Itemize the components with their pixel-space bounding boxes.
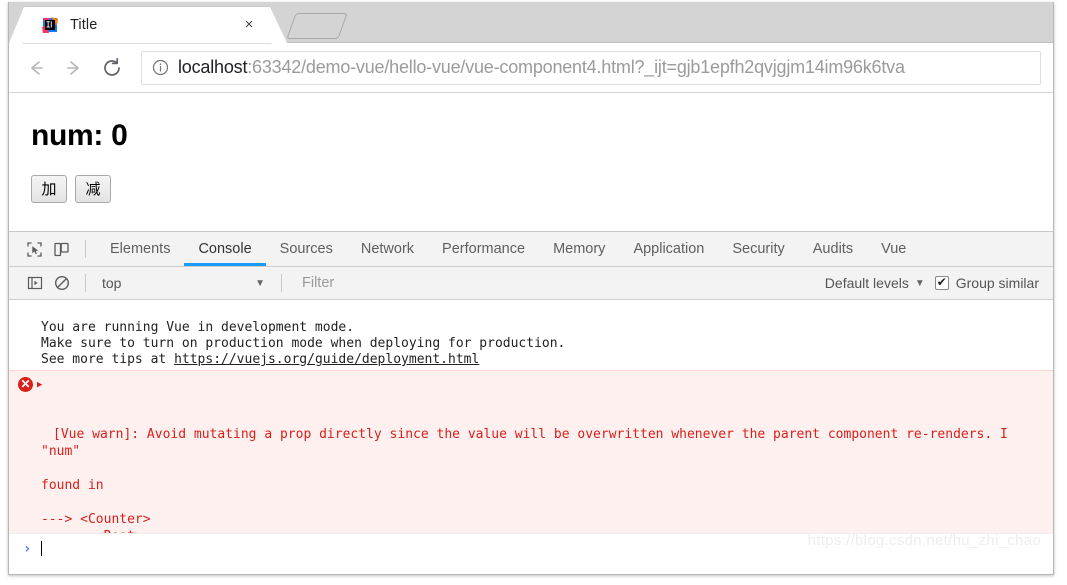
address-bar[interactable]: localhost:63342/demo-vue/hello-vue/vue-c… (141, 50, 1041, 85)
inspect-element-icon[interactable] (21, 237, 48, 262)
tab-elements[interactable]: Elements (96, 232, 184, 266)
tab-performance[interactable]: Performance (428, 232, 539, 266)
tab-network[interactable]: Network (347, 232, 428, 266)
vue-warn-line-2: "num" (41, 444, 81, 459)
navigation-toolbar: localhost:63342/demo-vue/hello-vue/vue-c… (9, 43, 1053, 93)
tab-strip: Title × (9, 2, 1053, 43)
browser-tab[interactable]: Title × (9, 7, 287, 43)
log-levels-label: Default levels (824, 275, 909, 291)
increment-button[interactable]: 加 (31, 175, 67, 203)
close-icon[interactable]: × (241, 17, 257, 33)
new-tab-button[interactable] (286, 13, 348, 39)
vue-dev-mode-line-2: Make sure to turn on production mode whe… (41, 336, 566, 351)
console-output[interactable]: You are running Vue in development mode.… (9, 300, 1053, 563)
filter-input[interactable] (292, 272, 815, 294)
vue-warn-component-counter: ---> <Counter> (41, 512, 151, 527)
group-similar-label: Group similar (955, 275, 1039, 291)
intellij-idea-icon (41, 16, 59, 34)
page-title: num: 0 (31, 119, 128, 152)
tab-memory[interactable]: Memory (539, 232, 619, 266)
filterbar-divider-1 (85, 274, 86, 292)
expand-arrow-icon[interactable]: ▶ (37, 377, 42, 394)
console-info-message: You are running Vue in development mode.… (9, 300, 1053, 370)
vue-dev-mode-line-3-prefix: See more tips at (41, 352, 175, 367)
url-host: localhost (178, 57, 248, 77)
vue-warn-spacer-2 (41, 495, 49, 510)
tab-sources[interactable]: Sources (266, 232, 347, 266)
back-button[interactable] (17, 49, 55, 87)
vue-warn-found-in: found in (41, 478, 104, 493)
tab-vue[interactable]: Vue (867, 232, 920, 266)
url-text: localhost:63342/demo-vue/hello-vue/vue-c… (178, 57, 905, 78)
decrement-button[interactable]: 减 (75, 175, 111, 203)
page-button-group: 加 减 (31, 175, 1031, 203)
forward-button[interactable] (55, 49, 93, 87)
new-tab-shape (286, 13, 348, 39)
chevron-down-icon: ▼ (914, 277, 925, 289)
clear-console-icon[interactable] (48, 271, 75, 296)
console-filter-bar: top ▼ Default levels ▼ Group similar (9, 267, 1053, 300)
console-sidebar-icon[interactable] (21, 271, 48, 296)
reload-button[interactable] (93, 49, 131, 87)
device-toolbar-icon[interactable] (48, 237, 75, 262)
devtools-tabbar: Elements Console Sources Network Perform… (9, 232, 1053, 267)
info-circle-icon[interactable] (152, 59, 169, 76)
browser-window: Title × localhost:63342/demo-vue/hello-v… (8, 2, 1054, 575)
tab-title: Title (70, 17, 98, 33)
execution-context-value: top (102, 275, 122, 291)
tab-console[interactable]: Console (184, 232, 265, 266)
console-prompt[interactable]: › (9, 533, 1053, 563)
tab-audits[interactable]: Audits (799, 232, 867, 266)
filterbar-divider-2 (281, 274, 282, 292)
url-path: :63342/demo-vue/hello-vue/vue-component4… (247, 57, 905, 77)
page-viewport: num: 0 加 减 (9, 93, 1053, 232)
vue-warn-line-1: [Vue warn]: Avoid mutating a prop direct… (53, 427, 1008, 442)
vue-warn-spacer-1 (41, 461, 49, 476)
console-error-message: ✕ ▶ [Vue warn]: Avoid mutating a prop di… (9, 370, 1053, 554)
devtools-panel: Elements Console Sources Network Perform… (9, 232, 1053, 563)
vue-dev-mode-line-1: You are running Vue in development mode. (41, 320, 355, 335)
tab-application[interactable]: Application (619, 232, 718, 266)
error-badge-icon: ✕ (18, 377, 33, 392)
chevron-down-icon: ▼ (255, 277, 265, 289)
log-levels-select[interactable]: Default levels ▼ (815, 275, 935, 291)
tab-security[interactable]: Security (718, 232, 798, 266)
text-cursor (41, 541, 43, 556)
vue-deployment-link[interactable]: https://vuejs.org/guide/deployment.html (174, 352, 479, 367)
toolbar-divider (85, 240, 86, 258)
group-similar-checkbox[interactable] (934, 275, 949, 290)
execution-context-select[interactable]: top ▼ (96, 272, 271, 294)
group-similar-toggle[interactable]: Group similar (934, 275, 1053, 291)
prompt-caret-icon: › (23, 540, 32, 557)
